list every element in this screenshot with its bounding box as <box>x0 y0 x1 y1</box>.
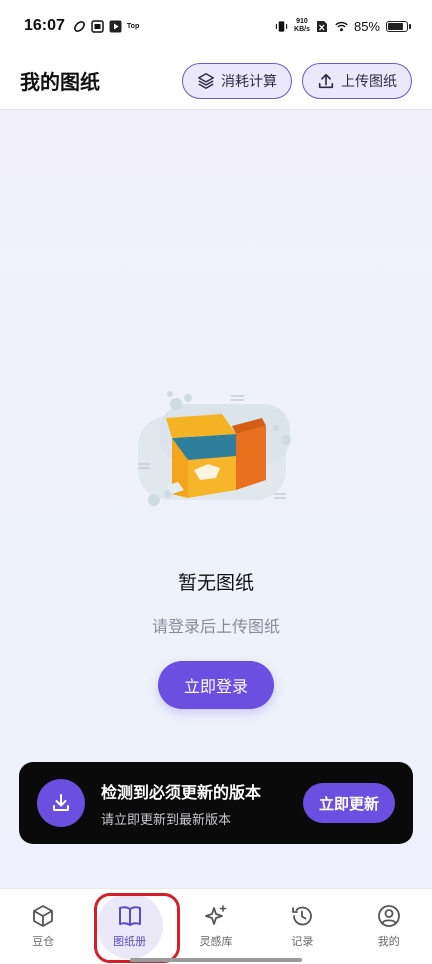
upload-drawing-button[interactable]: 上传图纸 <box>302 62 412 99</box>
update-banner: 检测到必须更新的版本 请立即更新到最新版本 立即更新 <box>19 762 413 844</box>
play-icon <box>109 20 122 33</box>
page-title: 我的图纸 <box>20 70 100 94</box>
upload-drawing-label: 上传图纸 <box>341 73 397 90</box>
user-icon <box>377 905 400 927</box>
vibrate-icon <box>275 20 288 33</box>
battery-icon <box>386 20 411 32</box>
book-icon <box>118 906 141 926</box>
app-box-icon <box>91 19 104 33</box>
update-subtitle: 请立即更新到最新版本 <box>101 812 232 828</box>
upload-icon <box>317 72 335 90</box>
nav-label-drawings: 图纸册 <box>113 935 147 948</box>
nav-item-me[interactable]: 我的 <box>350 903 428 955</box>
empty-box-illustration <box>138 391 291 506</box>
empty-subtitle: 请登录后上传图纸 <box>151 617 280 636</box>
nav-label-records: 记录 <box>291 935 314 948</box>
consumption-calc-button[interactable]: 消耗计算 <box>182 62 292 99</box>
update-text: 检测到必须更新的版本 请立即更新到最新版本 <box>101 779 261 828</box>
download-icon <box>37 779 85 827</box>
leaf-icon <box>73 20 86 33</box>
nav-label-inspiration: 灵感库 <box>199 935 233 948</box>
net-speed: 910 KB/s <box>294 18 310 33</box>
wifi-icon <box>335 20 348 33</box>
update-now-button[interactable]: 立即更新 <box>302 783 395 823</box>
home-indicator <box>130 958 302 962</box>
battery-percent: 85% <box>353 18 380 34</box>
empty-state: 暂无图纸 请登录后上传图纸 立即登录 <box>0 390 432 709</box>
nav-item-douchang[interactable]: 豆仓 <box>4 903 82 955</box>
status-bar: 16:07 Top 910 KB/s 85% <box>0 0 432 52</box>
nav-item-records[interactable]: 记录 <box>263 903 341 955</box>
consumption-calc-label: 消耗计算 <box>221 73 277 90</box>
nav-label-douchang: 豆仓 <box>32 935 55 948</box>
header: 我的图纸 消耗计算 上传图纸 <box>0 52 432 110</box>
empty-title: 暂无图纸 <box>177 572 254 594</box>
sparkle-icon <box>205 905 227 925</box>
nav-item-drawings[interactable]: 图纸册 <box>91 903 169 955</box>
status-time: 16:07 <box>24 17 65 34</box>
login-button[interactable]: 立即登录 <box>158 661 274 709</box>
sim-off-icon <box>316 20 329 33</box>
layers-icon <box>197 72 215 90</box>
history-icon <box>292 906 313 926</box>
status-left-icons: Top <box>73 19 140 33</box>
bottom-nav: 豆仓 图纸册 灵感库 记录 我的 <box>0 888 432 964</box>
nav-item-inspiration[interactable]: 灵感库 <box>177 903 255 955</box>
status-right: 910 KB/s 85% <box>275 18 411 34</box>
cube-icon <box>33 905 54 927</box>
top-badge: Top <box>126 22 140 30</box>
nav-label-me: 我的 <box>377 935 400 948</box>
header-buttons: 消耗计算 上传图纸 <box>182 62 412 99</box>
update-title: 检测到必须更新的版本 <box>101 782 262 802</box>
